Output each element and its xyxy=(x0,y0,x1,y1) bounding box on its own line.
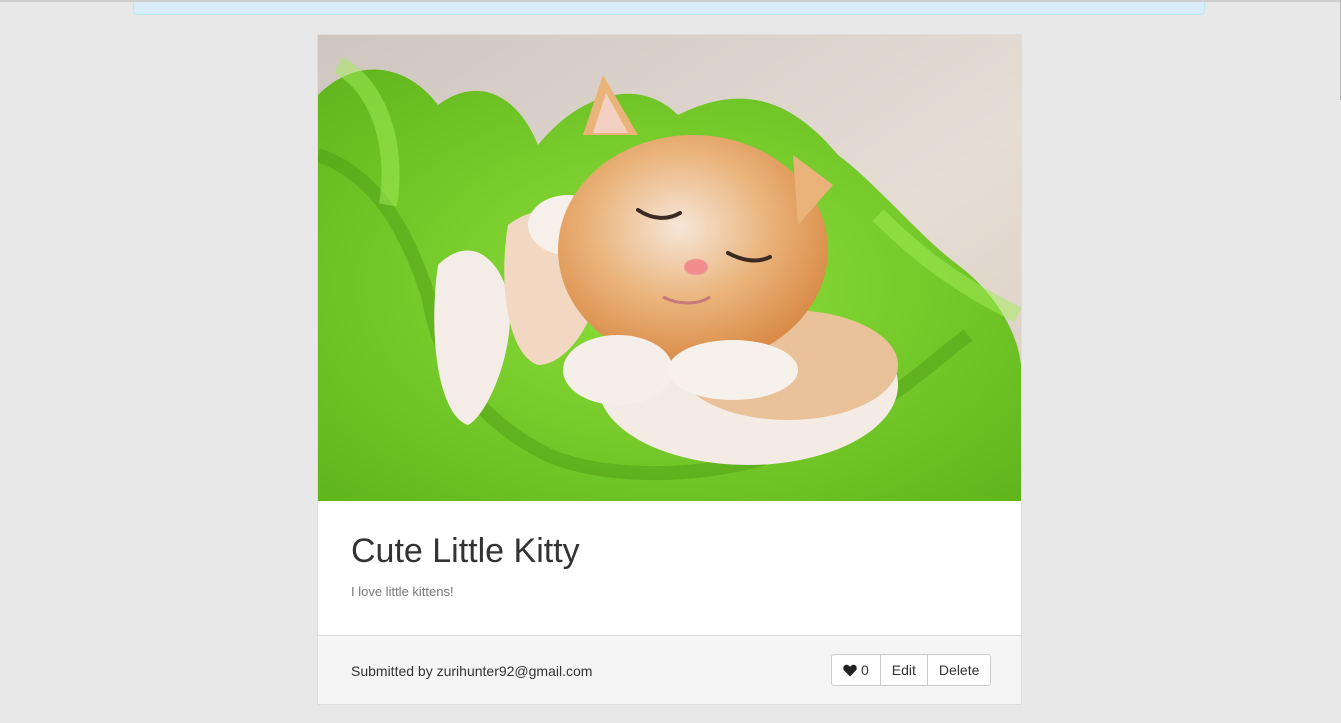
like-button[interactable]: 0 xyxy=(831,654,881,686)
submitted-by-text: Submitted by zurihunter92@gmail.com xyxy=(351,663,593,679)
post-actions: 0 Edit Delete xyxy=(831,654,992,686)
post-description: I love little kittens! xyxy=(351,584,454,599)
post-footer: Submitted by zurihunter92@gmail.com 0 Ed… xyxy=(318,635,1021,704)
edit-button[interactable]: Edit xyxy=(879,654,928,686)
alert-banner xyxy=(133,2,1205,15)
post-body: Cute Little Kitty I love little kittens! xyxy=(318,501,1021,635)
post-image xyxy=(318,35,1021,501)
kitten-photo xyxy=(318,35,1021,501)
like-count: 0 xyxy=(861,662,869,678)
post-card: Cute Little Kitty I love little kittens!… xyxy=(317,34,1022,705)
delete-button[interactable]: Delete xyxy=(926,654,992,686)
post-title: Cute Little Kitty xyxy=(351,532,580,570)
heart-icon xyxy=(843,664,857,677)
